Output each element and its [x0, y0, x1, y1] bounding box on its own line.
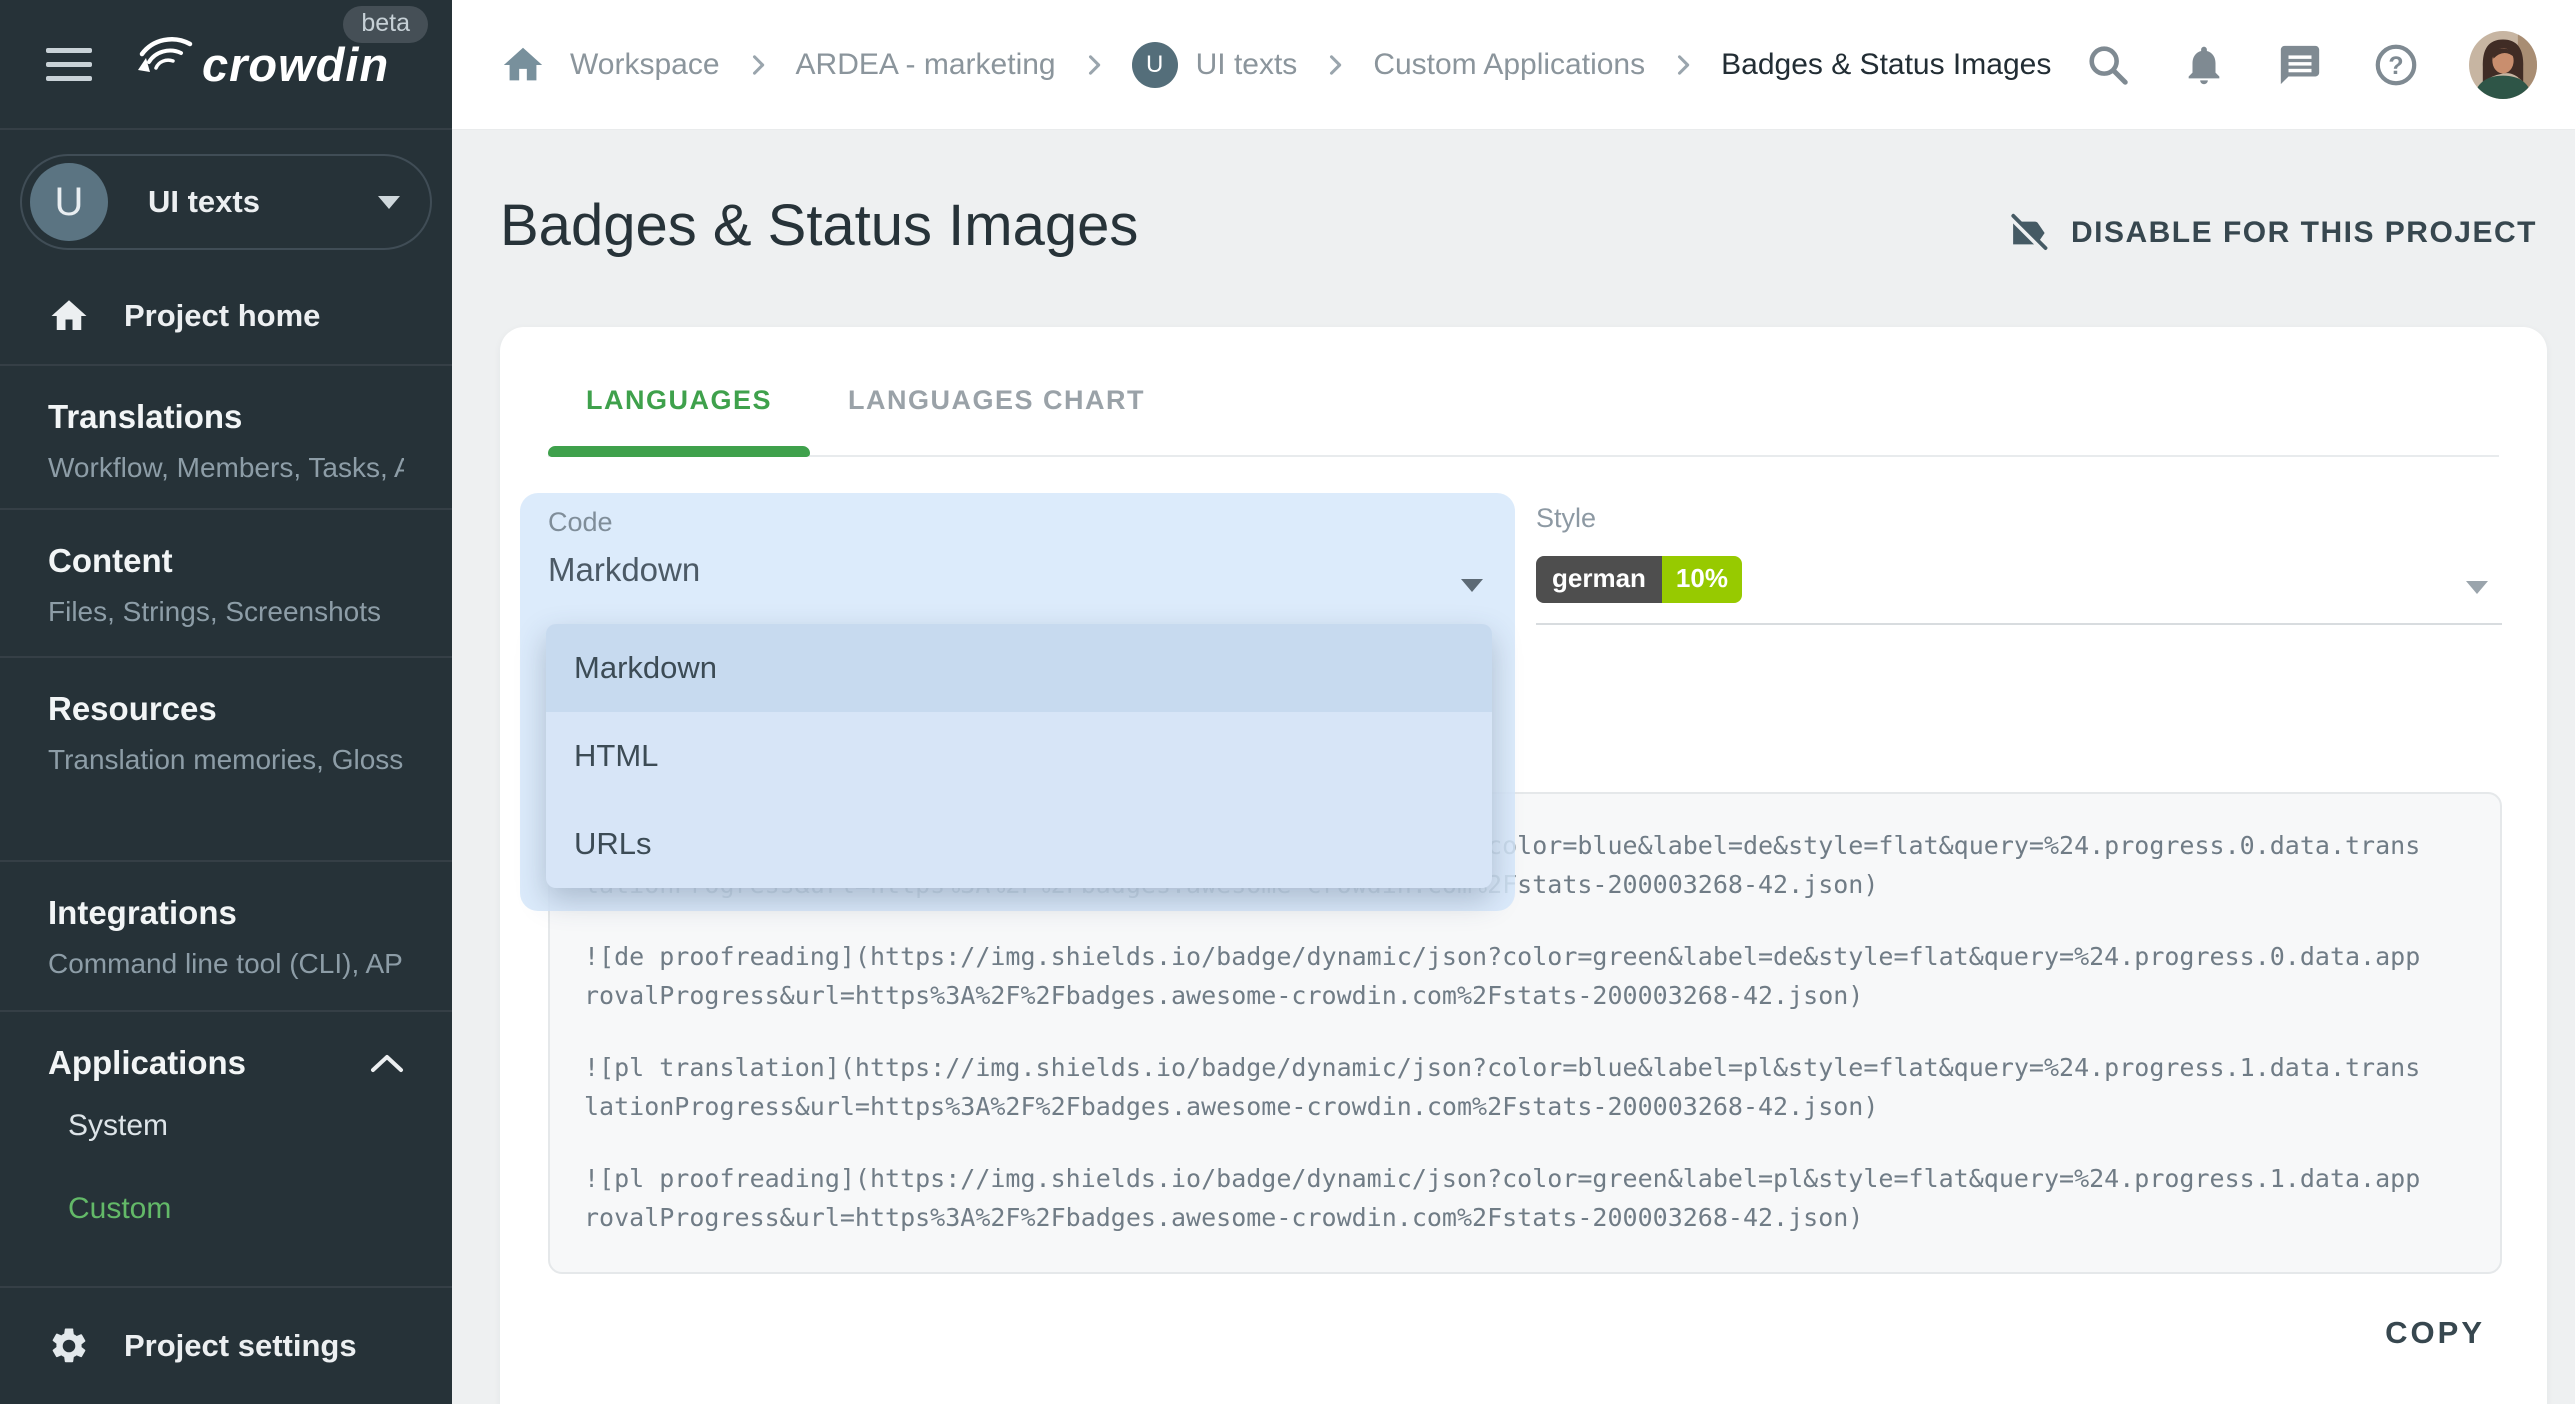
sidebar-header: crowdin beta — [0, 0, 452, 130]
sidebar: crowdin beta U UI texts Project home Tra… — [0, 0, 452, 1404]
section-title: Translations — [48, 396, 404, 438]
breadcrumb-item-ardea-marketing[interactable]: ARDEA - marketing — [796, 48, 1056, 82]
search-icon[interactable] — [2085, 42, 2131, 88]
section-subtitle: Command line tool (CLI), API, A… — [48, 946, 404, 982]
chevron-up-icon — [370, 1053, 404, 1073]
chevron-down-icon — [2466, 581, 2488, 594]
label-off-icon — [2007, 212, 2049, 254]
menu-option-urls[interactable]: URLs — [546, 800, 1492, 888]
home-icon[interactable] — [500, 42, 546, 88]
user-avatar[interactable] — [2469, 31, 2537, 99]
sidebar-item-applications-system[interactable]: System — [48, 1084, 404, 1167]
chevron-right-icon — [1080, 51, 1108, 79]
topbar-actions: ? — [2085, 31, 2537, 99]
chevron-right-icon — [744, 51, 772, 79]
badge-value-part: 10% — [1662, 556, 1742, 603]
chevron-down-icon — [378, 196, 400, 209]
crowdin-logo-text: crowdin — [202, 37, 389, 92]
tab-bar: LANGUAGES LANGUAGES CHART — [548, 327, 2499, 457]
badge-code-entry: ![de proofreading](https://img.shields.i… — [584, 937, 2466, 1015]
project-name: UI texts — [148, 184, 260, 220]
code-select-value: Markdown — [548, 551, 700, 589]
section-subtitle: Files, Strings, Screenshots — [48, 594, 404, 630]
badge-label-part: german — [1536, 556, 1662, 603]
menu-option-html[interactable]: HTML — [546, 712, 1492, 800]
disable-button-label: DISABLE FOR THIS PROJECT — [2071, 216, 2537, 250]
sidebar-item-label: Project settings — [124, 1328, 357, 1364]
section-title: Content — [48, 540, 404, 582]
help-icon[interactable]: ? — [2373, 42, 2419, 88]
sidebar-section-applications: Applications System Custom — [0, 1012, 452, 1288]
chevron-right-icon — [1321, 51, 1349, 79]
crowdin-logo-icon — [132, 30, 196, 99]
code-select-label: Code — [548, 507, 613, 538]
sidebar-item-project-home[interactable]: Project home — [0, 268, 452, 366]
sidebar-item-applications[interactable]: Applications — [48, 1042, 404, 1084]
copy-button[interactable]: COPY — [2385, 1315, 2485, 1351]
section-subtitle: Workflow, Members, Tasks, Act… — [48, 450, 404, 486]
badge-code-entry: ![pl translation](https://img.shields.io… — [584, 1048, 2466, 1126]
section-title: Integrations — [48, 892, 404, 934]
badge-code-entry: ![pl proofreading](https://img.shields.i… — [584, 1159, 2466, 1237]
sidebar-item-resources[interactable]: Resources Translation memories, Glossari… — [0, 658, 452, 862]
chevron-down-icon — [1461, 579, 1483, 592]
project-avatar: U — [30, 163, 108, 241]
sidebar-item-project-settings[interactable]: Project settings — [0, 1288, 452, 1404]
breadcrumb-item-workspace[interactable]: Workspace — [570, 48, 720, 82]
code-select-menu: Markdown HTML URLs — [546, 624, 1492, 888]
page-title: Badges & Status Images — [500, 192, 1138, 259]
style-badge-preview: german 10% — [1536, 556, 1742, 603]
project-switcher[interactable]: U UI texts — [20, 154, 432, 250]
bell-icon[interactable] — [2181, 42, 2227, 88]
code-select[interactable]: Code Markdown Markdown HTML URLs — [520, 493, 1515, 911]
sidebar-item-label: Project home — [124, 298, 320, 334]
badges-card: LANGUAGES LANGUAGES CHART Style german 1… — [500, 327, 2547, 1404]
style-select[interactable]: Style german 10% — [1536, 493, 2502, 625]
menu-option-markdown[interactable]: Markdown — [546, 624, 1492, 712]
home-icon — [48, 295, 90, 337]
hamburger-menu-icon[interactable] — [46, 48, 92, 81]
breadcrumb-project-avatar: U — [1132, 42, 1178, 88]
sidebar-item-applications-custom[interactable]: Custom — [48, 1167, 404, 1250]
breadcrumb: Workspace ARDEA - marketing U UI texts C… — [500, 42, 2051, 88]
breadcrumb-item-custom-applications[interactable]: Custom Applications — [1373, 48, 1645, 82]
beta-badge: beta — [343, 6, 428, 43]
tab-languages-chart[interactable]: LANGUAGES CHART — [810, 345, 1183, 455]
section-subtitle: Translation memories, Glossari… — [48, 742, 404, 778]
chevron-right-icon — [1669, 51, 1697, 79]
section-title: Resources — [48, 688, 404, 730]
sidebar-item-content[interactable]: Content Files, Strings, Screenshots — [0, 510, 452, 658]
svg-text:?: ? — [2388, 51, 2403, 79]
tab-languages[interactable]: LANGUAGES — [548, 345, 810, 455]
sidebar-item-translations[interactable]: Translations Workflow, Members, Tasks, A… — [0, 366, 452, 510]
section-title: Applications — [48, 1042, 246, 1084]
breadcrumb-item-ui-texts[interactable]: UI texts — [1196, 48, 1298, 82]
style-select-label: Style — [1536, 493, 2502, 534]
breadcrumb-item-badges-status-images: Badges & Status Images — [1721, 48, 2051, 82]
gear-icon — [48, 1325, 90, 1367]
topbar: Workspace ARDEA - marketing U UI texts C… — [452, 0, 2575, 130]
disable-for-project-button[interactable]: DISABLE FOR THIS PROJECT — [2007, 212, 2537, 254]
sidebar-item-integrations[interactable]: Integrations Command line tool (CLI), AP… — [0, 862, 452, 1012]
chat-icon[interactable] — [2277, 42, 2323, 88]
